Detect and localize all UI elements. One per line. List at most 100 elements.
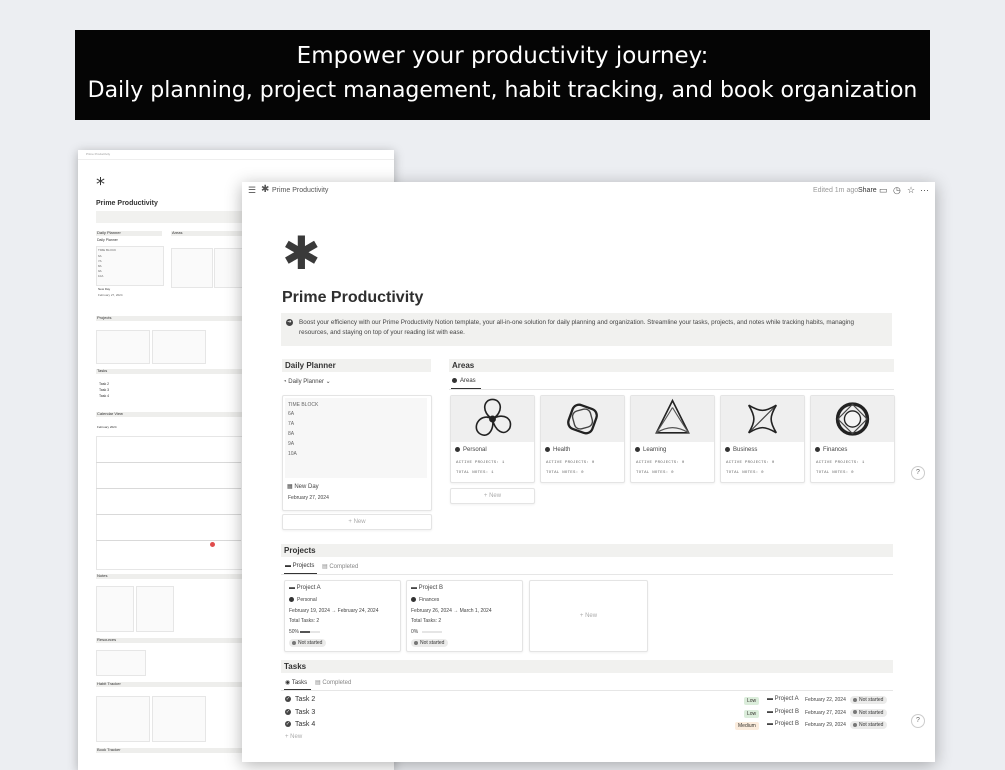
new-area-button[interactable]: + New — [450, 488, 535, 504]
daily-planner-card[interactable]: TIME BLOCK 6A 7A 8A 9A 10A ▦ New Day Feb… — [282, 395, 432, 511]
total-value: 2 — [316, 618, 320, 624]
back-note-card — [96, 586, 134, 632]
back-task: Task 4 — [99, 394, 110, 398]
clock-icon: ◔ — [283, 379, 287, 385]
area-card[interactable]: Business ACTIVE PROJECTS: 0 TOTAL NOTES:… — [720, 395, 805, 483]
back-section-label: Notes — [97, 573, 108, 578]
back-habit-card — [152, 696, 206, 742]
breadcrumb[interactable]: Prime Productivity — [272, 187, 328, 194]
tasks-heading: Tasks — [281, 660, 893, 673]
project-total: Total Tasks: 2 — [411, 618, 441, 624]
back-hour: 8A — [98, 264, 102, 268]
page-title[interactable]: Prime Productivity — [282, 289, 423, 307]
progress-label: 50% — [289, 629, 300, 635]
back-project-card — [152, 330, 206, 364]
task-project[interactable]: ▬ Project B — [767, 721, 799, 727]
daily-planner-view-tab[interactable]: ◔ Daily Planner ⌄ — [283, 378, 331, 385]
project-area-text: Personal — [297, 597, 317, 603]
area-total-notes: TOTAL NOTES: 0 — [636, 471, 674, 475]
tab-tasks-completed[interactable]: ▤ Completed — [315, 679, 351, 686]
new-project-button[interactable]: + New — [529, 580, 648, 652]
area-card[interactable]: Finances ACTIVE PROJECTS: 1 TOTAL NOTES:… — [810, 395, 895, 483]
tab-tasks[interactable]: ◉ Tasks — [285, 679, 307, 686]
check-circle-icon: ✓ — [285, 721, 291, 728]
progress-fill — [300, 631, 310, 633]
abstract-shape-icon — [567, 403, 598, 435]
abstract-shape-icon — [835, 402, 870, 436]
check-circle-icon: ✓ — [285, 696, 291, 703]
areas-tab[interactable]: Areas — [452, 378, 476, 384]
area-name-text: Finances — [823, 447, 848, 454]
notes-value: 0 — [581, 471, 584, 475]
circle-icon — [289, 597, 294, 603]
status-text: Not started — [298, 640, 323, 646]
task-name[interactable]: ✓ Task 2 — [285, 696, 315, 703]
clock-icon[interactable]: ◷ — [893, 185, 901, 196]
view-label: Daily Planner — [288, 379, 324, 385]
task-name-text: Task 2 — [295, 696, 316, 703]
tab-divider — [449, 389, 894, 390]
help-button[interactable]: ? — [911, 466, 925, 480]
task-name[interactable]: ✓ Task 4 — [285, 721, 315, 728]
project-dates: February 26, 2024 → March 1, 2024 — [411, 608, 492, 614]
back-section-label: Tasks — [97, 368, 108, 373]
task-name[interactable]: ✓ Task 3 — [285, 709, 315, 716]
favorite-star-icon[interactable]: ☆ — [907, 185, 915, 196]
back-section-label: Projects — [97, 315, 112, 320]
project-card[interactable]: ▬ Project B Finances February 26, 2024 →… — [406, 580, 523, 652]
back-cal-line — [96, 488, 241, 489]
status-dot-icon — [853, 697, 857, 702]
project-name-text: Project B — [418, 585, 444, 591]
tab-projects[interactable]: ▬ Projects — [285, 563, 314, 569]
progress-label: 0% — [411, 629, 419, 635]
task-project[interactable]: ▬ Project A — [767, 696, 799, 702]
progress-track — [300, 631, 320, 633]
back-hour: 10A — [98, 274, 104, 278]
area-name: Health — [545, 447, 570, 453]
area-total-notes: TOTAL NOTES: 1 — [456, 471, 494, 475]
active-value: 1 — [861, 461, 865, 465]
folder-icon: ▬ — [285, 563, 291, 569]
tab-projects-completed[interactable]: ▤ Completed — [322, 563, 358, 570]
more-icon[interactable]: ⋯ — [920, 185, 929, 196]
area-name: Finances — [815, 447, 847, 453]
active-label: ACTIVE PROJECTS: — [456, 461, 500, 465]
tab-label: Completed — [329, 564, 359, 570]
status-badge: Not started — [411, 639, 449, 647]
areas-heading: Areas — [449, 359, 894, 372]
new-day-date: February 27, 2024 — [288, 495, 329, 501]
back-timeblock-label: TIME BLOCK — [98, 248, 117, 252]
project-card[interactable]: ▬ Project A Personal February 19, 2024 →… — [284, 580, 401, 652]
page-icon[interactable]: ✱ — [282, 230, 321, 276]
back-section-label: Book Tracker — [97, 747, 121, 752]
folder-icon: ▬ — [289, 585, 295, 591]
area-card[interactable]: Personal ACTIVE PROJECTS: 1 TOTAL NOTES:… — [450, 395, 535, 483]
status-dot-icon — [292, 640, 296, 645]
tab-label: Projects — [292, 563, 315, 569]
area-card[interactable]: Health ACTIVE PROJECTS: 0 TOTAL NOTES: 0 — [540, 395, 625, 483]
areas-tab-label: Areas — [460, 378, 476, 385]
project-name: ▬ Project A — [289, 585, 321, 591]
help-button[interactable]: ? — [911, 714, 925, 728]
back-project-card — [96, 330, 150, 364]
priority-tag: Medium — [735, 722, 759, 730]
comment-icon[interactable]: ▭ — [879, 185, 888, 196]
status-text: Not started — [859, 697, 884, 703]
task-project[interactable]: ▬ Project B — [767, 709, 799, 715]
share-button[interactable]: Share — [858, 187, 877, 194]
status-dot-icon — [853, 722, 857, 727]
back-calendar-grid — [96, 436, 243, 570]
back-today-marker — [210, 542, 215, 547]
new-day-label: New Day — [294, 484, 319, 490]
calendar-icon: ▦ — [287, 484, 293, 490]
circle-icon — [452, 378, 457, 383]
menu-icon[interactable]: ☰ — [248, 186, 256, 195]
circle-icon — [545, 447, 550, 452]
new-day-button[interactable]: + New — [282, 514, 432, 530]
area-card[interactable]: Learning ACTIVE PROJECTS: 0 TOTAL NOTES:… — [630, 395, 715, 483]
back-cal-line — [96, 462, 241, 463]
new-day-title: ▦ New Day — [287, 483, 319, 490]
page-asterisk-icon: ✱ — [261, 184, 270, 195]
back-task: Task 2 — [99, 382, 110, 386]
new-task-button[interactable]: + New — [285, 734, 302, 740]
